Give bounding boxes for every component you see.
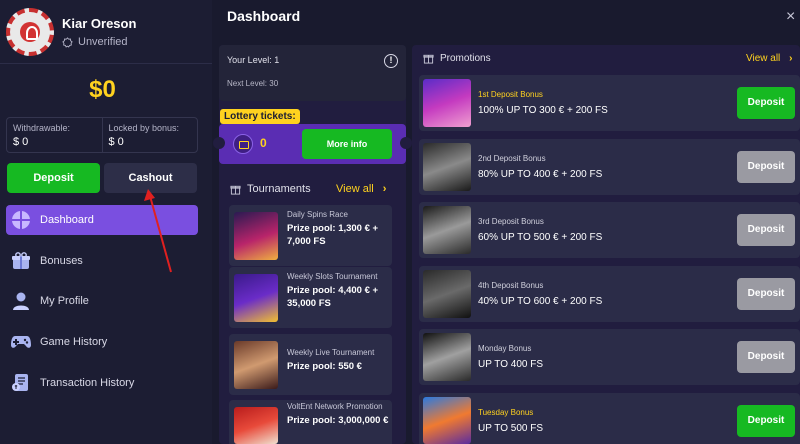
next-level: Next Level: 30 <box>227 79 279 88</box>
tournaments-view-all-link[interactable]: View all › <box>336 183 386 195</box>
promotion-title: 1st Deposit Bonus <box>478 90 543 99</box>
verified-badge-icon <box>62 36 73 48</box>
profile-block: Kiar Oreson Unverified <box>6 8 136 56</box>
promotion-thumbnail <box>423 333 471 381</box>
close-icon[interactable]: × <box>786 8 795 26</box>
tournaments-header: Tournaments <box>230 183 311 195</box>
tournament-card[interactable]: Daily Spins Race Prize pool: 1,300 € + 7… <box>229 205 392 266</box>
promotions-view-all-link[interactable]: View all › <box>746 53 792 64</box>
promotion-description: UP TO 500 FS <box>478 423 544 434</box>
promotion-title: 4th Deposit Bonus <box>478 281 544 290</box>
promotion-thumbnail <box>423 270 471 318</box>
annotation-arrow <box>144 189 172 273</box>
deposit-button[interactable]: Deposit <box>7 163 100 193</box>
lottery-label: Lottery tickets: <box>220 109 300 124</box>
user-icon <box>10 290 32 312</box>
verification-status: Unverified <box>78 36 128 48</box>
info-icon[interactable]: ! <box>384 54 398 68</box>
trophy-icon <box>230 184 241 195</box>
lottery-count: 0 <box>260 136 267 150</box>
withdrawable-value: $ 0 <box>13 136 29 148</box>
tournament-prize: Prize pool: 3,000,000 € <box>287 415 389 426</box>
tournaments-title: Tournaments <box>247 183 311 195</box>
promotion-deposit-button[interactable]: Deposit <box>737 214 795 246</box>
tournament-prize: Prize pool: 1,300 € + 7,000 FS <box>287 223 379 247</box>
tournament-name: Daily Spins Race <box>287 210 348 219</box>
sidebar-item-my-profile[interactable]: My Profile <box>6 286 198 316</box>
withdrawable-label: Withdrawable: <box>13 123 71 133</box>
promotion-thumbnail <box>423 143 471 191</box>
promotion-thumbnail <box>423 79 471 127</box>
tournament-thumbnail <box>234 274 278 322</box>
promotion-card: 1st Deposit Bonus 100% UP TO 300 € + 200… <box>419 75 800 131</box>
promotion-title: Tuesday Bonus <box>478 408 534 417</box>
promotion-description: 60% UP TO 500 € + 200 FS <box>478 232 603 243</box>
sidebar-item-label: Bonuses <box>40 254 83 267</box>
profile-name: Kiar Oreson <box>62 16 137 31</box>
gift-icon <box>423 53 434 64</box>
promotions-header: Promotions <box>423 53 491 64</box>
balance-amount: $0 <box>89 76 116 103</box>
divider <box>0 63 212 64</box>
sidebar-item-label: Transaction History <box>40 376 135 389</box>
tournament-name: Weekly Slots Tournament <box>287 272 378 281</box>
promotion-card: Monday Bonus UP TO 400 FS Deposit <box>419 329 800 385</box>
promotion-description: 100% UP TO 300 € + 200 FS <box>478 105 608 116</box>
tournament-thumbnail <box>234 407 278 444</box>
tournament-card[interactable]: Weekly Live Tournament Prize pool: 550 € <box>229 334 392 395</box>
sidebar-item-game-history[interactable]: Game History <box>6 327 198 357</box>
promotion-deposit-button[interactable]: Deposit <box>737 151 795 183</box>
level-box: Your Level: 1 Next Level: 30 ! <box>219 45 406 101</box>
tournament-thumbnail <box>234 341 278 389</box>
gamepad-icon <box>10 331 32 353</box>
promotion-description: UP TO 400 FS <box>478 359 544 370</box>
promotion-thumbnail <box>423 206 471 254</box>
tournament-prize: Prize pool: 550 € <box>287 361 362 372</box>
sidebar-item-label: Dashboard <box>40 214 94 226</box>
promotion-description: 40% UP TO 600 € + 200 FS <box>478 296 603 307</box>
promotion-card: 2nd Deposit Bonus 80% UP TO 400 € + 200 … <box>419 139 800 195</box>
lottery-box: 0 More info <box>213 124 412 164</box>
more-info-button[interactable]: More info <box>302 129 392 159</box>
page-title: Dashboard <box>227 8 301 24</box>
chevron-right-icon: › <box>382 183 387 195</box>
transactions-icon <box>10 372 32 394</box>
gift-icon <box>10 250 32 272</box>
tournament-prize: Prize pool: 4,400 € + 35,000 FS <box>287 285 379 309</box>
tournament-card[interactable]: VoltEnt Network Promotion Prize pool: 3,… <box>229 400 392 444</box>
current-level: Your Level: 1 <box>227 55 280 65</box>
promotion-thumbnail <box>423 397 471 444</box>
promotion-deposit-button[interactable]: Deposit <box>737 341 795 373</box>
promotion-title: Monday Bonus <box>478 344 532 353</box>
promotion-title: 3rd Deposit Bonus <box>478 217 544 226</box>
sidebar-item-transaction-history[interactable]: Transaction History <box>6 368 198 398</box>
promotion-deposit-button[interactable]: Deposit <box>737 278 795 310</box>
promotion-card: Tuesday Bonus UP TO 500 FS Deposit <box>419 393 800 444</box>
promotion-deposit-button[interactable]: Deposit <box>737 405 795 437</box>
tournament-thumbnail <box>234 212 278 260</box>
locked-label: Locked by bonus: <box>108 123 180 133</box>
sidebar: Kiar Oreson Unverified $0 Withdrawable: … <box>0 0 212 444</box>
locked-value: $ 0 <box>108 136 124 148</box>
balance-breakdown: Withdrawable: $ 0 Locked by bonus: $ 0 <box>6 117 198 153</box>
promotion-description: 80% UP TO 400 € + 200 FS <box>478 169 603 180</box>
tournament-card[interactable]: Weekly Slots Tournament Prize pool: 4,40… <box>229 267 392 328</box>
ticket-icon <box>233 134 253 154</box>
sidebar-item-label: Game History <box>40 336 108 349</box>
promotions-title: Promotions <box>440 53 491 64</box>
view-all-label: View all <box>336 183 374 195</box>
sidebar-item-label: My Profile <box>40 295 89 308</box>
chevron-right-icon: › <box>789 53 793 64</box>
promotion-deposit-button[interactable]: Deposit <box>737 87 795 119</box>
promotion-title: 2nd Deposit Bonus <box>478 154 546 163</box>
promotion-card: 4th Deposit Bonus 40% UP TO 600 € + 200 … <box>419 266 800 322</box>
tournament-name: VoltEnt Network Promotion <box>287 402 383 411</box>
dashboard-icon <box>10 209 32 231</box>
tournament-name: Weekly Live Tournament <box>287 348 375 357</box>
avatar <box>6 8 54 56</box>
view-all-label: View all <box>746 53 781 64</box>
promotion-card: 3rd Deposit Bonus 60% UP TO 500 € + 200 … <box>419 202 800 258</box>
